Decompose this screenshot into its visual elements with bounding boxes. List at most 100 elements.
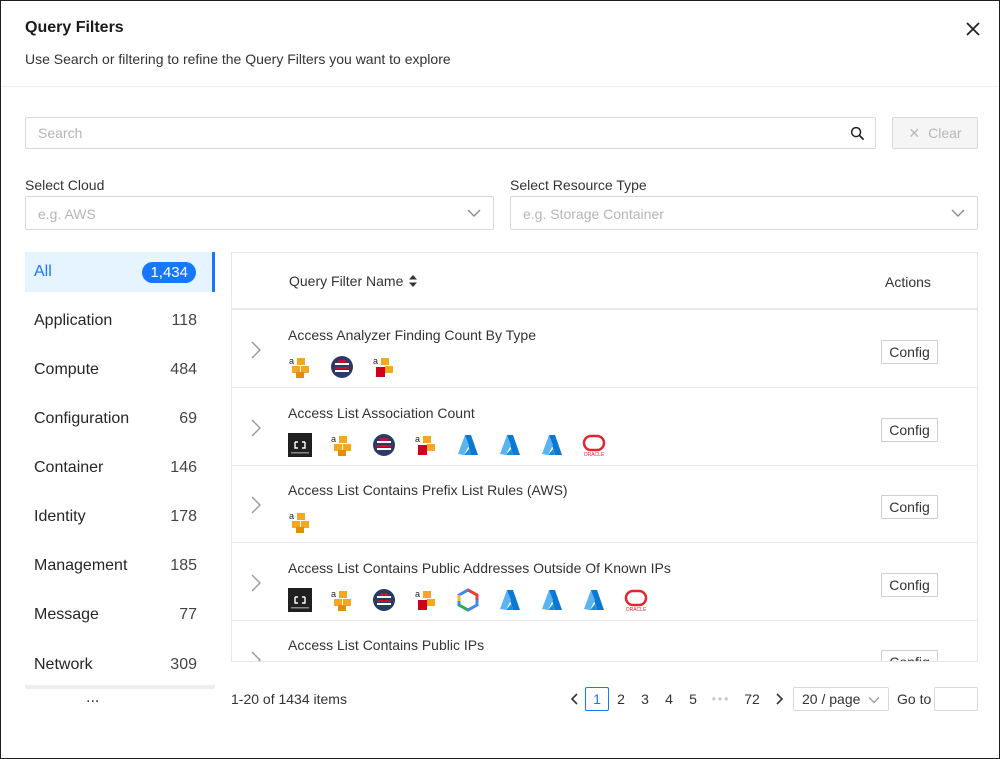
category-management[interactable]: Management 185 (25, 546, 213, 586)
column-header-name[interactable]: Query Filter Name (289, 273, 418, 289)
chevron-down-icon (868, 697, 880, 704)
config-button[interactable]: Config (881, 650, 938, 661)
category-count: 309 (170, 656, 197, 673)
category-label: All (34, 263, 52, 280)
table-row: Access List Contains Prefix List Rules (… (232, 466, 977, 543)
category-count: 185 (170, 557, 197, 574)
category-label: Container (34, 459, 104, 476)
category-count: 77 (179, 606, 197, 623)
cloud-select-placeholder: e.g. AWS (38, 206, 96, 222)
page-size-select[interactable]: 20 / page (793, 687, 889, 711)
category-label: Compute (34, 361, 99, 378)
search-icon[interactable] (850, 126, 865, 141)
svg-text:a: a (289, 356, 294, 366)
aws-gov-icon: a (414, 433, 438, 457)
query-filter-name: Access List Association Count (288, 404, 475, 421)
aws-gov-icon: a (414, 588, 438, 612)
config-button[interactable]: Config (881, 572, 938, 597)
clear-button[interactable]: ✕ Clear (892, 117, 978, 149)
page-4[interactable]: 4 (657, 687, 681, 711)
resource-type-select-placeholder: e.g. Storage Container (523, 206, 664, 222)
expand-chevron-icon[interactable] (251, 341, 261, 359)
oracle-icon: ORACLE (624, 588, 648, 613)
azure-icon (582, 588, 606, 612)
aws-icon: a (330, 588, 354, 612)
aws-icon: a (288, 355, 312, 379)
expand-chevron-icon[interactable] (251, 496, 261, 514)
azure-icon (540, 433, 564, 457)
dialog-subtitle: Use Search or filtering to refine the Qu… (25, 51, 451, 67)
query-filter-name: Access List Contains Public IPs (288, 637, 485, 653)
chevron-right-icon[interactable] (767, 687, 791, 711)
gov-icon (372, 433, 396, 457)
category-label: Network (34, 656, 93, 673)
category-scrollbar[interactable] (25, 685, 215, 689)
category-container[interactable]: Container 146 (25, 448, 213, 488)
query-filter-name: Access Analyzer Finding Count By Type (288, 327, 536, 343)
gcp-icon (456, 587, 480, 612)
aws-icon: a (288, 510, 312, 534)
search-input[interactable] (26, 118, 836, 148)
category-more[interactable]: ... (86, 689, 99, 707)
gov-icon (372, 588, 396, 612)
resource-type-select[interactable]: e.g. Storage Container (510, 196, 978, 230)
category-label: Management (34, 557, 128, 574)
category-count: 146 (170, 459, 197, 476)
query-filter-name: Access List Contains Prefix List Rules (… (288, 482, 568, 498)
svg-text:a: a (415, 434, 420, 444)
page-2[interactable]: 2 (609, 687, 633, 711)
azure-icon (498, 433, 522, 457)
table-header: Query Filter Name Actions (232, 253, 977, 310)
page-ellipsis[interactable]: ••• (709, 687, 733, 711)
category-label: Message (34, 606, 99, 623)
cloud-select[interactable]: e.g. AWS (25, 196, 494, 230)
page-3[interactable]: 3 (633, 687, 657, 711)
cloud-icons: aa (288, 355, 396, 379)
chevron-down-icon (951, 209, 965, 217)
chevron-left-icon[interactable] (563, 687, 587, 711)
svg-text:ORACLE: ORACLE (626, 607, 647, 612)
category-all[interactable]: All 1,434 (25, 252, 215, 292)
clear-button-label: Clear (928, 125, 962, 141)
svg-text:a: a (331, 589, 336, 599)
category-compute[interactable]: Compute 484 (25, 350, 213, 390)
close-icon[interactable] (963, 19, 983, 39)
category-count: 178 (170, 508, 197, 525)
svg-text:a: a (415, 589, 420, 599)
config-button[interactable]: Config (881, 495, 938, 519)
table-row: Access List Contains Public IPs Config (232, 621, 977, 662)
config-button[interactable]: Config (881, 340, 938, 364)
query-filters-dialog: Query Filters Use Search or filtering to… (0, 0, 1000, 759)
gov-icon (330, 355, 354, 379)
svg-text:a: a (289, 511, 294, 521)
svg-text:a: a (373, 356, 378, 366)
cloud-icons: a a ORACLE (288, 587, 648, 613)
aws-icon: a (330, 433, 354, 457)
expand-chevron-icon[interactable] (251, 574, 261, 592)
category-identity[interactable]: Identity 178 (25, 497, 213, 537)
page-1[interactable]: 1 (585, 687, 609, 711)
azure-icon (540, 588, 564, 612)
alibaba-icon (288, 587, 312, 612)
category-count: 118 (171, 312, 197, 329)
dialog-header: Query Filters Use Search or filtering to… (1, 1, 999, 87)
category-message[interactable]: Message 77 (25, 595, 213, 635)
sort-icon[interactable] (409, 275, 418, 287)
category-network[interactable]: Network 309 (25, 645, 213, 685)
category-list: All 1,434 Application 118 Compute 484 Co… (25, 252, 215, 692)
dialog-title: Query Filters (25, 19, 124, 36)
expand-chevron-icon[interactable] (251, 651, 261, 662)
query-filter-name: Access List Contains Public Addresses Ou… (288, 559, 671, 576)
table-row: Access List Contains Public Addresses Ou… (232, 543, 977, 621)
config-button[interactable]: Config (881, 417, 938, 442)
expand-chevron-icon[interactable] (251, 419, 261, 437)
goto-label: Go to (897, 691, 932, 707)
svg-text:a: a (331, 434, 336, 444)
page-last[interactable]: 72 (740, 687, 764, 711)
chevron-down-icon (467, 209, 481, 217)
category-application[interactable]: Application 118 (25, 301, 213, 341)
page-5[interactable]: 5 (681, 687, 705, 711)
category-count: 69 (179, 410, 197, 427)
goto-page-input[interactable] (934, 687, 978, 711)
category-configuration[interactable]: Configuration 69 (25, 399, 213, 439)
